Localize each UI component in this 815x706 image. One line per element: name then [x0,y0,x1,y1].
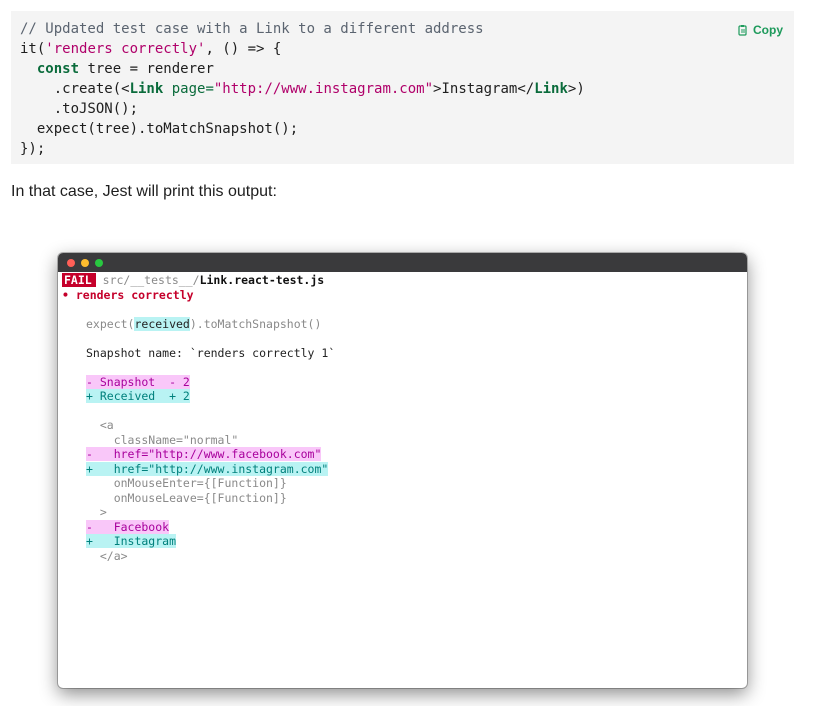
code-line-1: // Updated test case with a Link to a di… [20,19,785,39]
test-path-dir: src/__tests__/ [102,273,200,287]
intro-paragraph: In that case, Jest will print this outpu… [11,183,277,200]
terminal-titlebar [58,253,747,272]
diff-href-added: + href="http://www.instagram.com" [86,461,329,476]
code-content: // Updated test case with a Link to a di… [20,19,785,159]
code-plain: , () => { [205,41,282,57]
code-string: "http://www.instagram.com" [213,81,434,97]
code-tag: Link [129,81,164,97]
code-line-7: }); [20,141,46,157]
code-tag: Link [534,81,568,97]
code-line-4: .create(<Link page="http://www.instagram… [20,79,785,99]
diff-close-bracket: > [86,505,107,519]
close-window-icon[interactable] [67,258,75,267]
copy-label: Copy [753,23,783,37]
terminal-window: FAIL src/__tests__/Link.react-test.js • … [58,253,747,688]
diff-mouse-leave: onMouseLeave={[Function]} [86,490,287,505]
code-string: 'renders correctly' [45,41,206,57]
fail-line: FAIL src/__tests__/Link.react-test.js [62,273,747,288]
test-name: • renders correctly [62,287,194,302]
fail-badge: FAIL [62,273,96,287]
code-plain: .create(< [20,81,130,97]
code-plain: >) [567,81,585,97]
copy-button[interactable]: Copy [737,23,783,37]
code-plain: >Instagram</ [433,81,535,97]
diff-close-tag: </a> [86,548,128,563]
code-fn: it( [20,41,46,57]
diff-text-added: + Instagram [86,534,177,548]
code-line-6: expect(tree).toMatchSnapshot(); [20,121,299,137]
code-comment: // Updated test case with a Link to a di… [20,21,484,37]
diff-mouse-enter: onMouseEnter={[Function]} [86,476,287,490]
received-label: received [134,316,190,331]
code-block: // Updated test case with a Link to a di… [11,11,794,164]
code-line-5: .toJSON(); [20,101,139,117]
code-line-3: const tree = renderer [20,59,785,79]
diff-classname: className="normal" [86,432,239,447]
diff-open-tag: <a [86,418,114,432]
snapshot-name: Snapshot name: `renders correctly 1` [86,345,336,360]
code-line-2: it('renders correctly', () => { [20,39,785,59]
clipboard-icon [737,24,749,36]
diff-text-removed: - Facebook [86,519,170,534]
code-attr: page= [163,81,214,97]
received-count: + Received + 2 [86,389,190,403]
code-plain: tree = renderer [79,61,214,77]
terminal-output: FAIL src/__tests__/Link.react-test.js • … [58,272,747,563]
minimize-window-icon[interactable] [81,258,89,267]
snapshot-count: - Snapshot - 2 [86,374,190,389]
maximize-window-icon[interactable] [95,258,103,267]
code-keyword: const [36,61,80,77]
diff-href-removed: - href="http://www.facebook.com" [86,447,322,461]
expect-line: expect(received).toMatchSnapshot() [86,316,322,331]
test-path-file: Link.react-test.js [199,273,325,287]
